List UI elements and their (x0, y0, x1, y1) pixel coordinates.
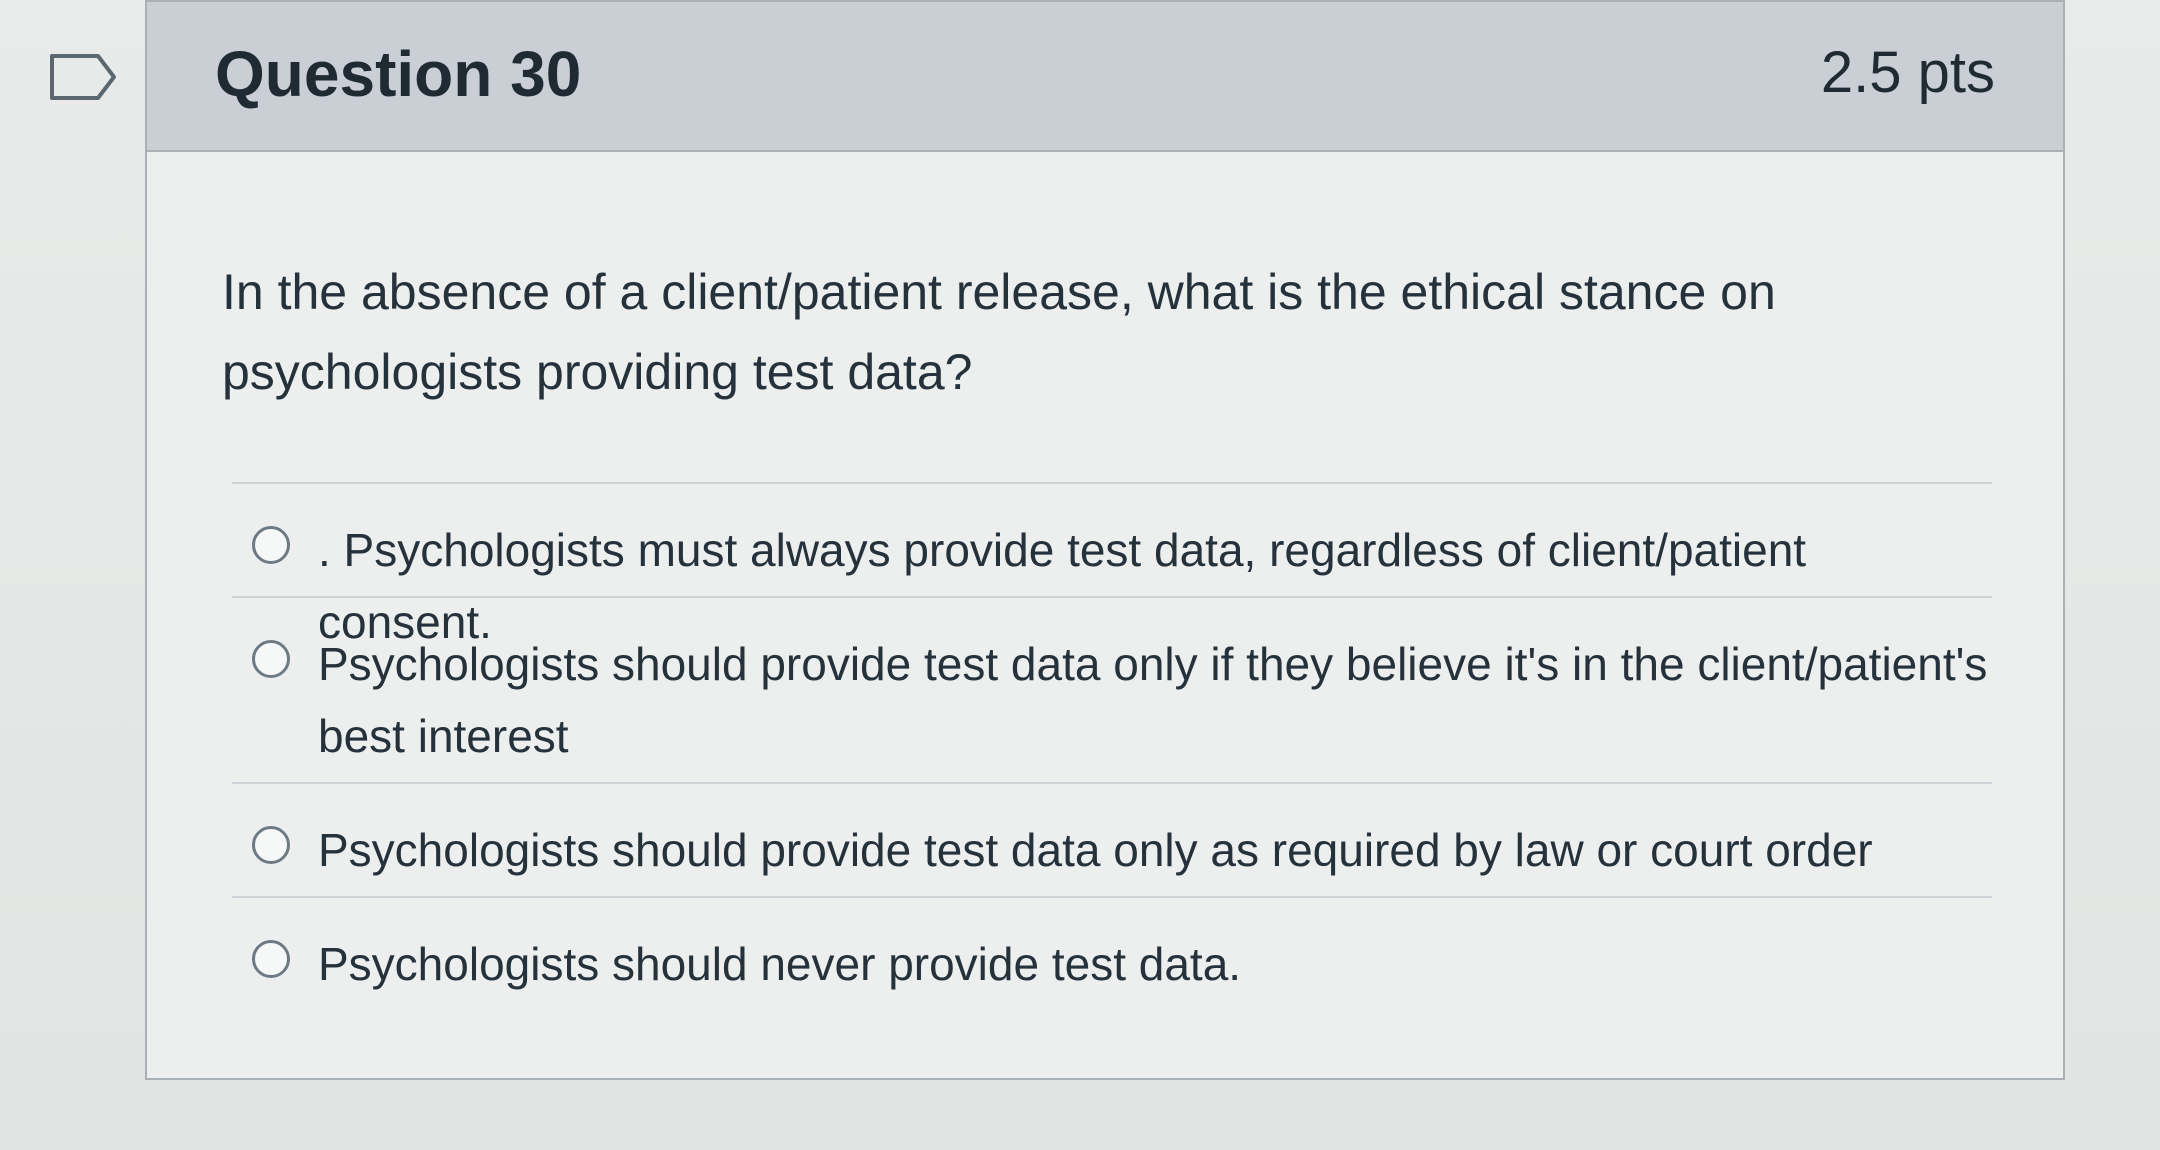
answer-list: . Psychologists must always provide test… (232, 482, 1992, 1016)
flag-question-button[interactable] (48, 52, 118, 102)
answer-label[interactable]: Psychologists should provide test data o… (318, 628, 1992, 772)
answer-option-4[interactable]: Psychologists should never provide test … (232, 896, 1992, 1016)
question-points: 2.5 pts (1820, 40, 1995, 105)
answer-option-3[interactable]: Psychologists should provide test data o… (232, 782, 1992, 896)
answer-option-1[interactable]: . Psychologists must always provide test… (232, 482, 1992, 648)
question-header: Question 30 2.5 pts (147, 2, 2063, 152)
screen: Question 30 2.5 pts In the absence of a … (0, 0, 2160, 1150)
radio-button-icon[interactable] (252, 940, 290, 978)
answer-label[interactable]: Psychologists should never provide test … (318, 928, 1241, 1000)
question-text: In the absence of a client/patient relea… (222, 264, 1776, 400)
radio-button-icon[interactable] (252, 526, 290, 564)
radio-button-icon[interactable] (252, 640, 290, 678)
question-title: Question 30 (215, 38, 582, 110)
answer-label[interactable]: Psychologists should provide test data o… (318, 814, 1873, 886)
flag-outline-icon (50, 54, 116, 100)
radio-button-icon[interactable] (252, 826, 290, 864)
question-card: Question 30 2.5 pts In the absence of a … (145, 0, 2065, 1080)
